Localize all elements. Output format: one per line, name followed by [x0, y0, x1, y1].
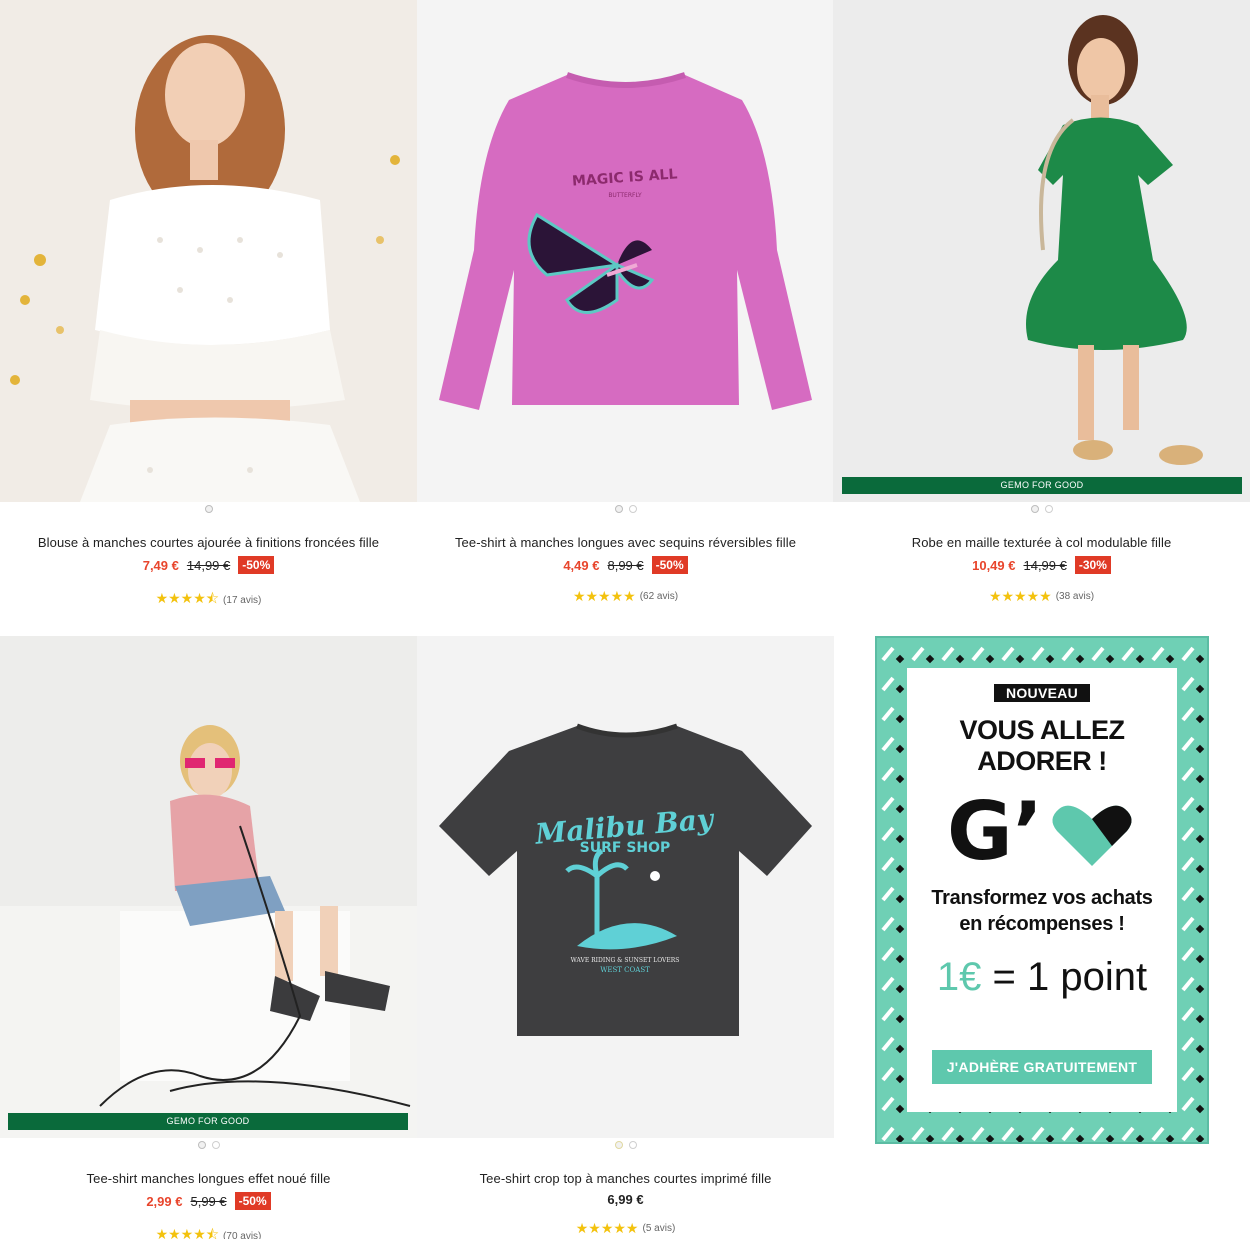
product-card[interactable]: Blouse à manches courtes ajourée à finit… — [0, 0, 417, 620]
promo-card: NOUVEAU VOUS ALLEZ ADORER ! G’ Transform… — [907, 668, 1177, 1112]
star-rating-icon: ★★★★★ — [575, 1220, 639, 1236]
original-price: 8,99 € — [607, 557, 644, 573]
star-rating-icon: ★★★★⯪ — [155, 590, 220, 606]
rating[interactable]: ★★★★⯪ (70 avis) — [0, 1224, 417, 1239]
loyalty-promo-banner[interactable]: NOUVEAU VOUS ALLEZ ADORER ! G’ Transform… — [875, 636, 1209, 1144]
points-value: = 1 point — [981, 955, 1148, 999]
print-line2: WEST COAST — [600, 966, 650, 974]
promo-subtitle: Transformez vos achats en récompenses ! — [907, 885, 1177, 937]
new-tag: NOUVEAU — [993, 684, 1091, 702]
discount-badge: -30% — [1074, 556, 1111, 574]
review-count: (70 avis) — [223, 1230, 262, 1239]
points-euro: 1€ — [936, 955, 982, 999]
logo-letter: G’ — [947, 791, 1043, 871]
image-carousel-dots[interactable] — [417, 505, 834, 513]
review-count: (5 avis) — [642, 1223, 676, 1234]
image-carousel-dots[interactable] — [0, 1141, 417, 1149]
review-count: (62 avis) — [639, 591, 679, 602]
carousel-dot[interactable] — [1030, 505, 1039, 513]
print-sub: SURF SHOP — [580, 840, 671, 856]
image-carousel-dots[interactable] — [0, 505, 417, 513]
product-title[interactable]: Tee-shirt manches longues effet noué fil… — [0, 1171, 417, 1186]
product-card[interactable]: GEMO FOR GOOD Robe en maille texturée à … — [833, 0, 1250, 620]
carousel-dot[interactable] — [628, 505, 637, 513]
price: 6,99 € — [607, 1192, 644, 1207]
original-price: 14,99 € — [1023, 557, 1067, 573]
carousel-dot[interactable] — [211, 1141, 220, 1149]
carousel-dot[interactable] — [1044, 505, 1053, 513]
carousel-dot[interactable] — [197, 1141, 206, 1149]
star-rating-icon: ★★★★★ — [988, 588, 1052, 604]
gemo-heart-logo: G’ — [907, 785, 1177, 878]
subtitle-line: en récompenses ! — [959, 913, 1125, 935]
product-image[interactable] — [833, 0, 1250, 502]
promo-headline: VOUS ALLEZ ADORER ! — [907, 715, 1177, 777]
review-count: (38 avis) — [1055, 591, 1095, 602]
sale-price: 7,49 € — [142, 557, 179, 573]
headline-line: ADORER ! — [977, 746, 1107, 776]
sale-price: 10,49 € — [972, 557, 1016, 573]
star-rating-icon: ★★★★★ — [572, 588, 636, 604]
rating[interactable]: ★★★★⯪ (17 avis) — [0, 588, 417, 612]
sale-price: 4,49 € — [563, 557, 600, 573]
product-title[interactable]: Blouse à manches courtes ajourée à finit… — [0, 535, 417, 550]
original-price: 14,99 € — [186, 557, 231, 573]
carousel-dot[interactable] — [614, 1141, 623, 1149]
discount-badge: -50% — [238, 556, 275, 574]
gemo-for-good-badge: GEMO FOR GOOD — [8, 1113, 408, 1130]
rating[interactable]: ★★★★★ (5 avis) — [417, 1220, 834, 1237]
headline-line: VOUS ALLEZ — [959, 715, 1125, 745]
carousel-dot[interactable] — [628, 1141, 637, 1149]
product-title[interactable]: Tee-shirt à manches longues avec sequins… — [417, 535, 834, 550]
carousel-dot[interactable] — [204, 505, 213, 513]
image-carousel-dots[interactable] — [417, 1141, 834, 1149]
product-card[interactable]: Malibu Bay SURF SHOP WAVE RIDING & SUNSE… — [417, 636, 834, 1239]
product-image[interactable] — [0, 636, 417, 1138]
product-card[interactable]: GEMO FOR GOOD Tee-shirt manches longues … — [0, 636, 417, 1239]
points-rule: 1€ = 1 point — [907, 955, 1177, 1000]
rating[interactable]: ★★★★★ (38 avis) — [833, 588, 1250, 605]
carousel-dot[interactable] — [614, 505, 623, 513]
review-count: (17 avis) — [223, 594, 262, 606]
original-price: 5,99 € — [190, 1193, 227, 1209]
product-image[interactable]: MAGIC IS ALL BUTTERFLY — [417, 0, 834, 502]
image-carousel-dots[interactable] — [833, 505, 1250, 513]
gemo-for-good-badge: GEMO FOR GOOD — [842, 477, 1242, 494]
join-free-button[interactable]: J'ADHÈRE GRATUITEMENT — [932, 1050, 1152, 1084]
subtitle-line: Transformez vos achats — [931, 887, 1153, 909]
discount-badge: -50% — [651, 556, 688, 574]
print-line: WAVE RIDING & SUNSET LOVERS — [571, 957, 680, 964]
product-title[interactable]: Tee-shirt crop top à manches courtes imp… — [417, 1171, 834, 1186]
product-image[interactable]: Malibu Bay SURF SHOP WAVE RIDING & SUNSE… — [417, 636, 834, 1138]
sale-price: 2,99 € — [146, 1193, 183, 1209]
product-image[interactable] — [0, 0, 417, 502]
product-title[interactable]: Robe en maille texturée à col modulable … — [833, 535, 1250, 550]
rating[interactable]: ★★★★★ (62 avis) — [417, 588, 834, 605]
discount-badge: -50% — [234, 1192, 271, 1210]
star-rating-icon: ★★★★⯪ — [155, 1226, 220, 1239]
product-card[interactable]: MAGIC IS ALL BUTTERFLY Tee-shirt à manch… — [417, 0, 834, 620]
print-sub: BUTTERFLY — [608, 192, 642, 199]
